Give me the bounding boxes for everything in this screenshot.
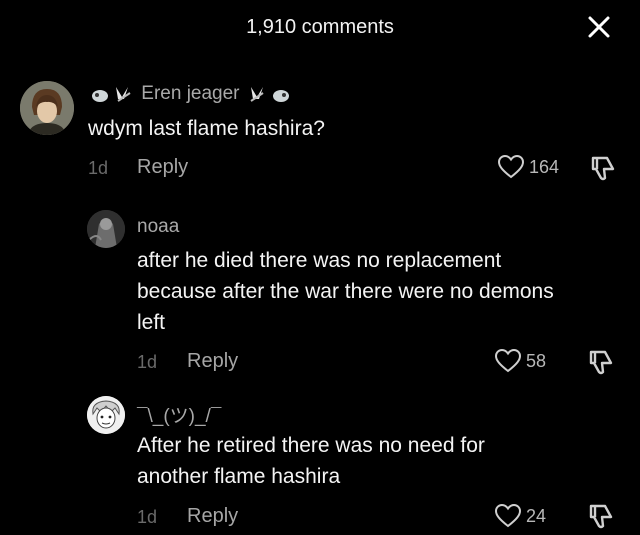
comment-text: wdym last flame hashira? xyxy=(88,117,325,140)
like-count: 58 xyxy=(526,350,547,371)
like-count: 164 xyxy=(529,156,560,177)
dislike-button[interactable] xyxy=(588,502,614,535)
dislike-button[interactable] xyxy=(588,348,614,381)
avatar[interactable] xyxy=(87,210,125,248)
heart-icon[interactable] xyxy=(497,154,525,180)
thumbs-down-icon[interactable] xyxy=(590,154,616,182)
avatar[interactable] xyxy=(20,81,74,135)
heart-icon[interactable] xyxy=(494,348,522,374)
close-icon[interactable] xyxy=(586,14,612,40)
reply-button[interactable]: Reply xyxy=(187,350,238,373)
comment-username[interactable]: noaa xyxy=(137,216,179,238)
dove-icon xyxy=(250,87,289,102)
dove-icon xyxy=(92,87,131,102)
avatar[interactable] xyxy=(87,396,125,434)
comment-time: 1d xyxy=(88,158,109,178)
close-button[interactable] xyxy=(586,14,612,40)
reply-button[interactable]: Reply xyxy=(137,156,188,179)
comment-username[interactable]: Eren jeager xyxy=(88,83,293,105)
like-button[interactable]: 24 xyxy=(494,503,546,529)
comment-username[interactable]: ¯\_(ツ)_/¯ xyxy=(137,401,221,428)
like-count: 24 xyxy=(526,505,547,526)
like-button[interactable]: 58 xyxy=(494,348,546,374)
comment-time: 1d xyxy=(137,507,158,527)
comment-text: after he died there was no replacement b… xyxy=(137,249,554,334)
dislike-button[interactable] xyxy=(590,154,616,187)
thumbs-down-icon[interactable] xyxy=(588,348,614,376)
like-button[interactable]: 164 xyxy=(497,154,559,180)
thumbs-down-icon[interactable] xyxy=(588,502,614,530)
reply-button[interactable]: Reply xyxy=(187,505,238,528)
comments-count-title: 1,910 comments xyxy=(246,16,394,38)
comment-text: After he retired there was no need for a… xyxy=(137,434,485,488)
heart-icon[interactable] xyxy=(494,503,522,529)
comment-time: 1d xyxy=(137,352,158,372)
